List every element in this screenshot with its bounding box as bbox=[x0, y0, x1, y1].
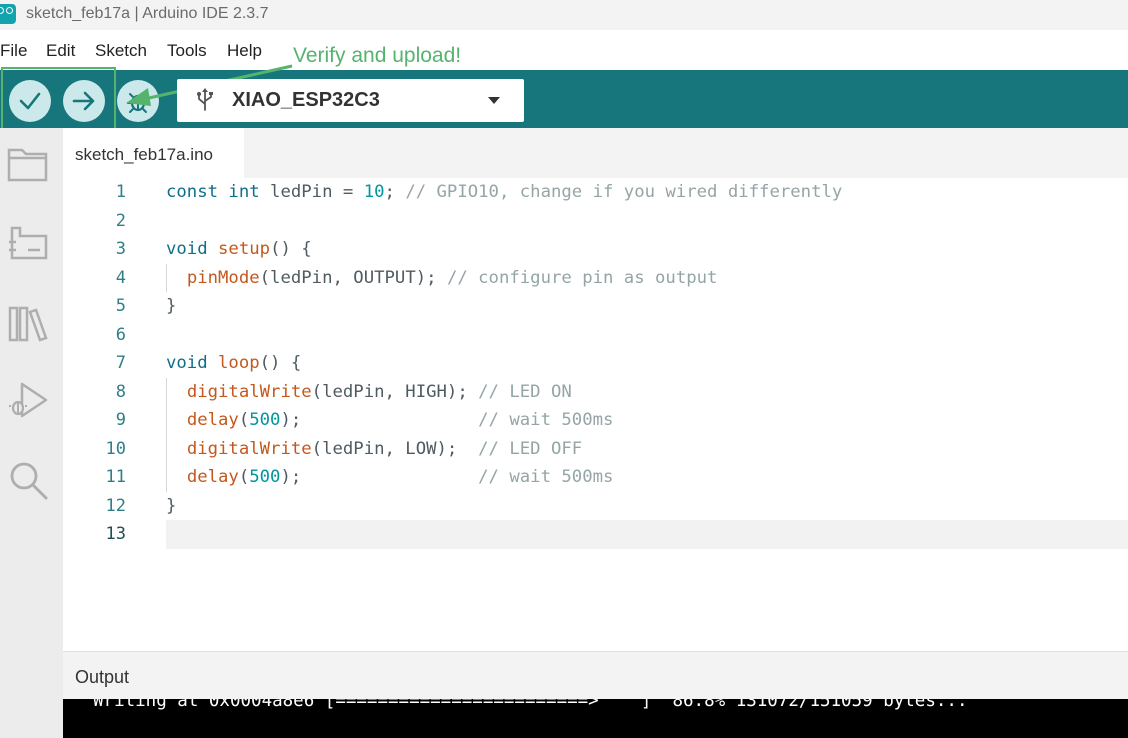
code-token: ; bbox=[384, 182, 406, 202]
code-token: loop bbox=[218, 353, 260, 373]
line-number: 8 bbox=[115, 381, 126, 402]
line-number: 7 bbox=[115, 353, 126, 373]
code-token: } bbox=[166, 296, 177, 316]
debug-button[interactable] bbox=[117, 80, 159, 122]
upload-button[interactable] bbox=[63, 80, 105, 122]
code-token: 500 bbox=[249, 467, 281, 487]
line-number: 9 bbox=[115, 410, 126, 430]
toolbar bbox=[0, 70, 1128, 128]
menu-sketch[interactable]: Sketch bbox=[95, 41, 147, 61]
line-number: 10 bbox=[105, 438, 126, 459]
code-token: void bbox=[166, 353, 219, 373]
code-token: } bbox=[166, 495, 177, 516]
annotation-label: Verify and upload! bbox=[293, 44, 462, 67]
code-line: digitalWrite(ledPin, LOW); // LED OFF bbox=[166, 439, 582, 459]
line-number: 12 bbox=[105, 495, 126, 516]
code-token: // wait 500ms bbox=[478, 410, 614, 430]
debug-icon bbox=[127, 93, 149, 113]
line-number: 5 bbox=[115, 296, 126, 316]
code-token: // LED ON bbox=[478, 381, 572, 402]
code-line: const int ledPin = 10; // GPIO10, change… bbox=[166, 182, 842, 202]
line-number: 4 bbox=[115, 267, 126, 288]
window-title: sketch_feb17a | Arduino IDE 2.3.7 bbox=[26, 5, 269, 22]
code-token: (ledPin, LOW); bbox=[311, 438, 479, 459]
menu-file[interactable]: File bbox=[0, 41, 27, 61]
code-token: setup bbox=[218, 239, 271, 259]
menu-bar: File Edit Sketch Tools Help bbox=[0, 30, 1128, 70]
code-line: void loop() { bbox=[166, 353, 301, 373]
code-token: () { bbox=[259, 353, 302, 373]
chevron-down-icon bbox=[488, 97, 500, 104]
menu-edit[interactable]: Edit bbox=[46, 41, 75, 61]
sidebar bbox=[0, 128, 63, 738]
output-panel-header: Output bbox=[63, 651, 1128, 699]
usb-icon bbox=[197, 88, 213, 111]
verify-button[interactable] bbox=[9, 80, 51, 122]
code-line: delay(500); // wait 500ms bbox=[166, 410, 614, 430]
checkmark-icon bbox=[19, 92, 41, 110]
code-token: ); bbox=[280, 467, 479, 487]
code-token: ); bbox=[280, 410, 479, 430]
code-token: pinMode bbox=[186, 267, 260, 288]
board-selector[interactable]: XIAO_ESP32C3 bbox=[177, 79, 524, 122]
code-line: } bbox=[166, 496, 176, 516]
code-line: } bbox=[166, 296, 176, 316]
library-icon[interactable] bbox=[6, 300, 50, 344]
code-token: delay bbox=[186, 410, 239, 430]
code-line: pinMode(ledPin, OUTPUT); // configure pi… bbox=[166, 267, 718, 288]
folder-icon[interactable] bbox=[6, 140, 50, 184]
code-token: ( bbox=[238, 410, 250, 430]
tab-label: sketch_feb17a.ino bbox=[75, 145, 213, 164]
code-token: 500 bbox=[249, 410, 281, 430]
code-editor[interactable]: 1 const int ledPin = 10; // GPIO10, chang… bbox=[63, 178, 1128, 651]
line-number: 3 bbox=[115, 239, 126, 259]
code-token: 10 bbox=[363, 182, 385, 202]
code-token: // LED OFF bbox=[478, 438, 583, 459]
line-number: 1 bbox=[115, 182, 126, 202]
board-manager-icon[interactable] bbox=[6, 220, 50, 264]
code-line: void setup() { bbox=[166, 239, 312, 259]
code-token: ( bbox=[238, 467, 250, 487]
code-token: const int bbox=[166, 182, 271, 202]
tab-sketch[interactable]: sketch_feb17a.ino bbox=[63, 128, 244, 178]
code-token: () { bbox=[270, 239, 312, 259]
menu-help[interactable]: Help bbox=[227, 41, 262, 61]
code-token: (ledPin, OUTPUT); bbox=[259, 267, 447, 288]
output-label: Output bbox=[75, 667, 130, 687]
line-number: 6 bbox=[115, 324, 126, 345]
code-line: digitalWrite(ledPin, HIGH); // LED ON bbox=[166, 382, 572, 402]
board-name: XIAO_ESP32C3 bbox=[232, 89, 380, 111]
line-number: 2 bbox=[115, 210, 126, 231]
code-token: digitalWrite bbox=[186, 381, 312, 402]
code-token: // configure pin as output bbox=[446, 267, 718, 288]
code-token: ledPin = bbox=[270, 182, 364, 202]
code-line: delay(500); // wait 500ms bbox=[166, 467, 614, 487]
tab-strip: sketch_feb17a.ino bbox=[63, 128, 1128, 178]
code-token: // GPIO10, change if you wired different… bbox=[405, 182, 843, 202]
debug-icon[interactable] bbox=[6, 378, 50, 422]
arrow-right-icon bbox=[72, 91, 95, 111]
title-bar: sketch_feb17a | Arduino IDE 2.3.7 bbox=[0, 0, 1128, 30]
code-token: void bbox=[166, 239, 219, 259]
line-number: 13 bbox=[105, 524, 126, 544]
code-token: // wait 500ms bbox=[478, 467, 614, 487]
menu-tools[interactable]: Tools bbox=[167, 41, 207, 61]
code-token: (ledPin, HIGH); bbox=[311, 381, 479, 402]
arduino-logo-icon bbox=[0, 4, 16, 24]
output-line: Writing at 0x0004a8e6 [=================… bbox=[93, 699, 968, 711]
search-icon[interactable] bbox=[6, 458, 50, 502]
output-console[interactable]: Writing at 0x0004a8e6 [=================… bbox=[63, 699, 1128, 738]
code-token: digitalWrite bbox=[186, 438, 312, 459]
current-line-highlight bbox=[166, 520, 1128, 549]
line-number: 11 bbox=[105, 467, 126, 487]
code-token: delay bbox=[186, 467, 239, 487]
